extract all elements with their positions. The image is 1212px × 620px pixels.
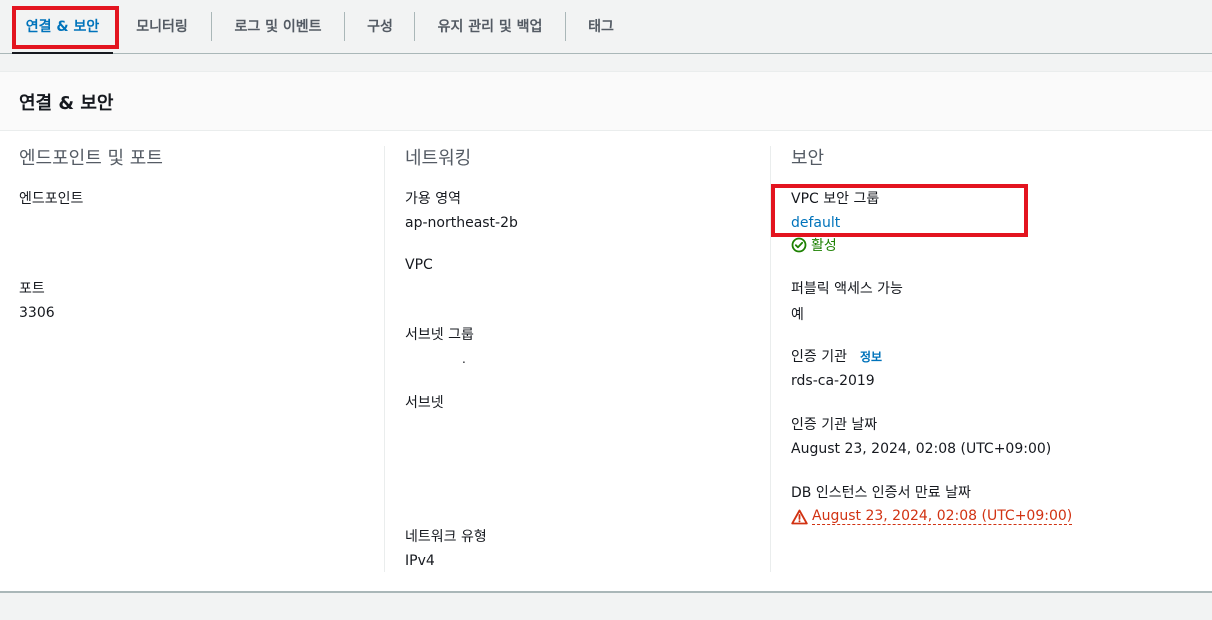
- warning-icon: [791, 509, 808, 524]
- tab-separator: [211, 12, 212, 41]
- tab-label: 태그: [588, 19, 614, 35]
- tab-bar: 연결 & 보안 모니터링 로그 및 이벤트 구성 유지 관리 및 백업 태그: [0, 0, 1212, 54]
- tab-tags[interactable]: 태그: [572, 0, 630, 52]
- port-label: 포트: [19, 281, 45, 297]
- column-divider: [770, 146, 771, 572]
- endpoint-label: 엔드포인트: [19, 191, 84, 207]
- security-group-status: 활성: [791, 235, 837, 255]
- tab-logs-events[interactable]: 로그 및 이벤트: [218, 0, 338, 52]
- cert-expiry-label: DB 인스턴스 인증서 만료 날짜: [791, 485, 971, 501]
- tab-separator: [565, 12, 566, 41]
- panel-header: 연결 & 보안: [0, 72, 1212, 131]
- tab-label: 구성: [367, 19, 393, 35]
- security-title: 보안: [791, 148, 825, 169]
- port-value: 3306: [19, 305, 55, 321]
- bottom-strip: [0, 612, 1212, 620]
- public-access-label: 퍼블릭 액세스 가능: [791, 281, 903, 297]
- public-access-value: 예: [791, 307, 804, 323]
- availability-zone-label: 가용 영역: [405, 191, 461, 207]
- tab-configuration[interactable]: 구성: [350, 0, 410, 52]
- vpc-label: VPC: [405, 257, 433, 273]
- tab-maintenance-backups[interactable]: 유지 관리 및 백업: [420, 0, 560, 52]
- ca-info-link[interactable]: 정보: [860, 348, 882, 365]
- tab-monitoring[interactable]: 모니터링: [121, 0, 203, 52]
- ca-date-value: August 23, 2024, 02:08 (UTC+09:00): [791, 441, 1052, 457]
- network-type-label: 네트워크 유형: [405, 529, 487, 545]
- tab-label: 모니터링: [136, 19, 188, 35]
- tab-label: 로그 및 이벤트: [234, 19, 322, 35]
- subnets-label: 서브넷: [405, 395, 444, 411]
- tab-separator: [344, 12, 345, 41]
- status-text: 활성: [811, 238, 837, 254]
- tab-label: 연결 & 보안: [25, 19, 100, 35]
- security-group-link[interactable]: default: [791, 215, 840, 231]
- vpc-security-group-label: VPC 보안 그룹: [791, 191, 880, 207]
- check-circle-icon: [791, 237, 807, 253]
- tab-separator: [414, 12, 415, 41]
- cert-expiry-warning[interactable]: August 23, 2024, 02:08 (UTC+09:00): [791, 508, 1073, 525]
- tab-connectivity-security[interactable]: 연결 & 보안: [12, 0, 113, 54]
- certificate-authority-value: rds-ca-2019: [791, 373, 875, 389]
- subnet-group-value[interactable]: .: [462, 352, 466, 366]
- networking-title: 네트워킹: [405, 148, 472, 169]
- cert-expiry-value: August 23, 2024, 02:08 (UTC+09:00): [812, 508, 1073, 525]
- network-type-value: IPv4: [405, 553, 435, 569]
- endpoint-port-title: 엔드포인트 및 포트: [19, 148, 163, 169]
- subnet-group-label: 서브넷 그룹: [405, 327, 474, 343]
- availability-zone-value: ap-northeast-2b: [405, 215, 518, 231]
- column-divider: [384, 146, 385, 572]
- tab-label: 유지 관리 및 백업: [437, 19, 543, 35]
- connectivity-security-panel: 연결 & 보안 엔드포인트 및 포트 엔드포인트 포트 3306 네트워킹 가용…: [0, 71, 1212, 593]
- ca-date-label: 인증 기관 날짜: [791, 417, 878, 433]
- certificate-authority-label: 인증 기관: [791, 349, 847, 365]
- panel-title: 연결 & 보안: [19, 93, 114, 114]
